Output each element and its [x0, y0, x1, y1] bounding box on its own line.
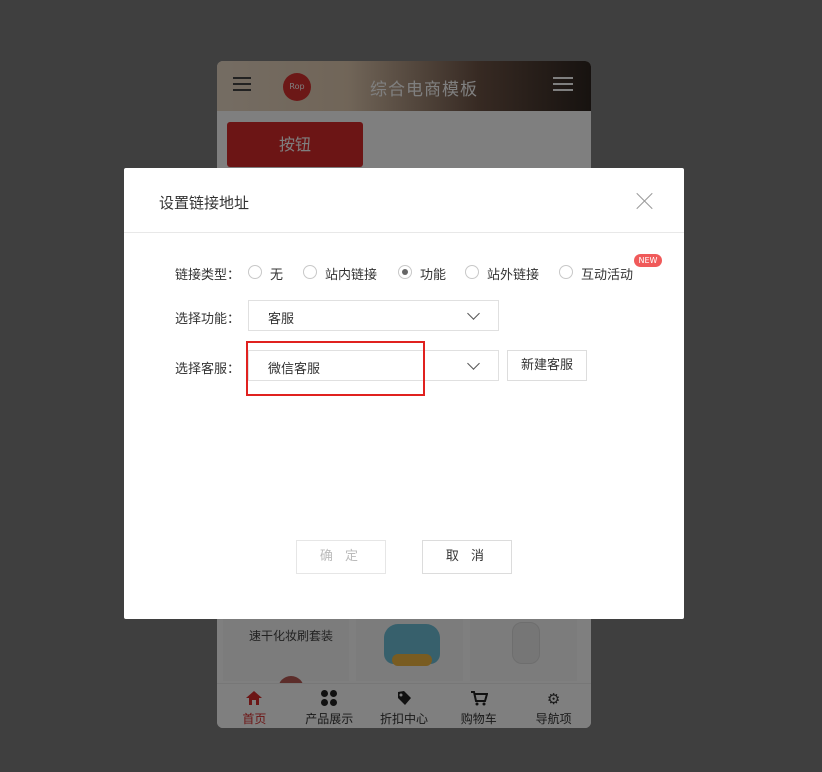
- function-select-value: 客服: [268, 312, 295, 327]
- cancel-button[interactable]: 取 消: [422, 540, 512, 574]
- link-type-label: 链接类型：: [175, 268, 241, 283]
- radio-circle: [248, 265, 262, 279]
- radio-circle: [303, 265, 317, 279]
- function-select[interactable]: 客服: [248, 300, 499, 331]
- chevron-down-icon: [467, 307, 480, 320]
- function-select-label: 选择功能：: [175, 312, 241, 327]
- highlight-box: [246, 341, 425, 396]
- radio-circle: [465, 265, 479, 279]
- new-badge: NEW: [634, 254, 662, 267]
- service-select-label: 选择客服：: [175, 362, 241, 377]
- close-icon[interactable]: [636, 192, 654, 210]
- chevron-down-icon: [467, 357, 480, 370]
- dialog-title: 设置链接地址: [159, 194, 250, 212]
- radio-circle: [559, 265, 573, 279]
- dialog-header: 设置链接地址: [124, 168, 684, 233]
- link-settings-dialog: 设置链接地址 链接类型： 无 站内链接 功能 站外链接 互动活动 NEW 选择功…: [124, 168, 684, 619]
- new-service-button[interactable]: 新建客服: [507, 350, 587, 381]
- radio-circle-checked: [398, 265, 412, 279]
- confirm-button[interactable]: 确 定: [296, 540, 386, 574]
